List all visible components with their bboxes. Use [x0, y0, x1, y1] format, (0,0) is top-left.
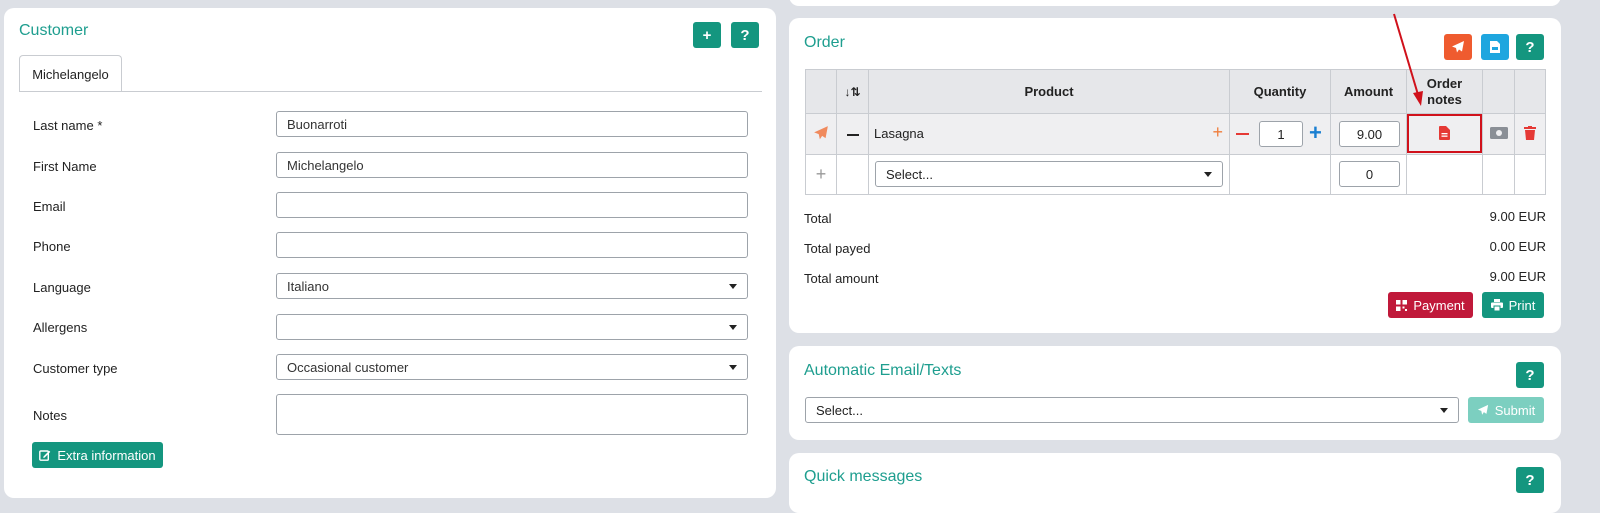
quick-messages-title: Quick messages	[804, 468, 923, 485]
total-amount-label: Total amount	[804, 271, 879, 286]
annotation-highlight-box	[1407, 114, 1482, 153]
header-delete-col	[1514, 69, 1546, 114]
tab-label: Michelangelo	[32, 66, 109, 82]
auto-email-title: Automatic Email/Texts	[804, 362, 962, 379]
quantity-header: Quantity	[1229, 69, 1331, 114]
payment-label: Payment	[1413, 297, 1465, 313]
extra-information-button[interactable]: Extra information	[32, 442, 163, 468]
last-name-label: Last name *	[33, 118, 103, 133]
order-help-button[interactable]: ?	[1516, 34, 1544, 60]
empty-cell	[1482, 154, 1515, 195]
total-value: 9.00 EUR	[1489, 209, 1546, 224]
submit-label: Submit	[1494, 402, 1536, 418]
email-input[interactable]	[276, 192, 748, 218]
product-name: Lasagna	[874, 126, 924, 141]
chevron-down-icon	[729, 284, 737, 289]
decrease-quantity-button[interactable]	[1236, 133, 1249, 135]
edit-icon	[39, 450, 51, 461]
pdf-button[interactable]	[1481, 34, 1509, 60]
language-value: Italiano	[287, 278, 329, 294]
send-order-button[interactable]	[1444, 34, 1472, 60]
money-bill-icon	[1489, 126, 1508, 139]
product-cell: Lasagna +	[868, 113, 1230, 155]
chevron-down-icon	[729, 325, 737, 330]
extra-information-label: Extra information	[57, 447, 156, 463]
product-select-placeholder: Select...	[886, 166, 933, 182]
print-label: Print	[1508, 297, 1536, 313]
chevron-down-icon	[1440, 408, 1448, 413]
increase-quantity-button[interactable]: +	[1309, 121, 1322, 145]
phone-label: Phone	[33, 239, 71, 254]
total-payed-label: Total payed	[804, 241, 871, 256]
first-name-label: First Name	[33, 159, 97, 174]
customer-type-label: Customer type	[33, 361, 118, 376]
header-send-col	[805, 69, 837, 114]
payment-button[interactable]: Payment	[1388, 292, 1473, 318]
tab-divider	[19, 91, 762, 92]
sort-header[interactable]: ↓⇅	[836, 69, 869, 114]
amount-cell: 9.00	[1330, 113, 1407, 155]
empty-cell	[1514, 154, 1546, 195]
quantity-cell: 1 +	[1229, 113, 1331, 155]
add-row-cell[interactable]: +	[805, 154, 837, 195]
new-amount-cell: 0	[1330, 154, 1407, 195]
printer-icon	[1490, 299, 1503, 311]
add-customer-button[interactable]: +	[693, 22, 721, 48]
empty-cell	[1229, 154, 1331, 195]
phone-input[interactable]	[276, 232, 748, 258]
total-payed-value: 0.00 EUR	[1489, 239, 1546, 254]
product-select-cell: Select...	[868, 154, 1230, 195]
auto-email-card	[789, 346, 1561, 440]
chevron-down-icon	[1204, 172, 1212, 177]
add-variant-icon[interactable]: +	[1212, 122, 1223, 143]
table-row-new: + Select... 0	[805, 154, 1546, 195]
paper-plane-icon	[1452, 41, 1464, 53]
send-row-cell[interactable]	[805, 113, 837, 155]
qr-grid-icon	[1396, 299, 1408, 311]
auto-email-select[interactable]: Select...	[805, 397, 1459, 423]
email-label: Email	[33, 199, 66, 214]
top-strip-card	[789, 0, 1561, 6]
annotation-arrow	[1393, 13, 1423, 106]
minus-icon	[846, 134, 859, 137]
customer-type-select[interactable]: Occasional customer	[276, 354, 748, 380]
quick-messages-help-button[interactable]: ?	[1516, 467, 1544, 493]
new-amount-input[interactable]: 0	[1339, 161, 1400, 187]
print-button[interactable]: Print	[1482, 292, 1544, 318]
order-title: Order	[804, 34, 845, 51]
submit-button[interactable]: Submit	[1468, 397, 1544, 423]
empty-cell	[836, 154, 869, 195]
trash-icon	[1524, 125, 1536, 140]
notes-label: Notes	[33, 408, 67, 423]
empty-cell	[1406, 154, 1483, 195]
first-name-input[interactable]: Michelangelo	[276, 152, 748, 178]
last-name-input[interactable]: Buonarroti	[276, 111, 748, 137]
total-label: Total	[804, 211, 832, 226]
language-label: Language	[33, 280, 91, 295]
product-header: Product	[868, 69, 1230, 114]
notes-textarea[interactable]	[276, 394, 748, 435]
payment-row-cell[interactable]	[1482, 113, 1515, 155]
paper-plane-icon	[1477, 404, 1488, 415]
product-select[interactable]: Select...	[875, 161, 1223, 187]
paper-plane-icon	[814, 125, 828, 139]
allergens-select[interactable]	[276, 314, 748, 340]
auto-email-help-button[interactable]: ?	[1516, 362, 1544, 388]
header-money-col	[1482, 69, 1515, 114]
chevron-down-icon	[729, 365, 737, 370]
customer-help-button[interactable]: ?	[731, 22, 759, 48]
allergens-label: Allergens	[33, 320, 88, 335]
language-select[interactable]: Italiano	[276, 273, 748, 299]
customer-type-value: Occasional customer	[287, 359, 409, 375]
customer-title: Customer	[19, 22, 89, 39]
delete-row-cell[interactable]	[1514, 113, 1546, 155]
collapse-row-cell[interactable]	[836, 113, 869, 155]
pdf-file-icon	[1490, 41, 1500, 53]
tab-michelangelo[interactable]: Michelangelo	[19, 55, 122, 92]
quantity-input[interactable]: 1	[1259, 121, 1303, 147]
auto-email-select-placeholder: Select...	[816, 402, 863, 418]
amount-input[interactable]: 9.00	[1339, 121, 1400, 147]
total-amount-value: 9.00 EUR	[1489, 269, 1546, 284]
sort-icon: ↓⇅	[844, 85, 861, 99]
